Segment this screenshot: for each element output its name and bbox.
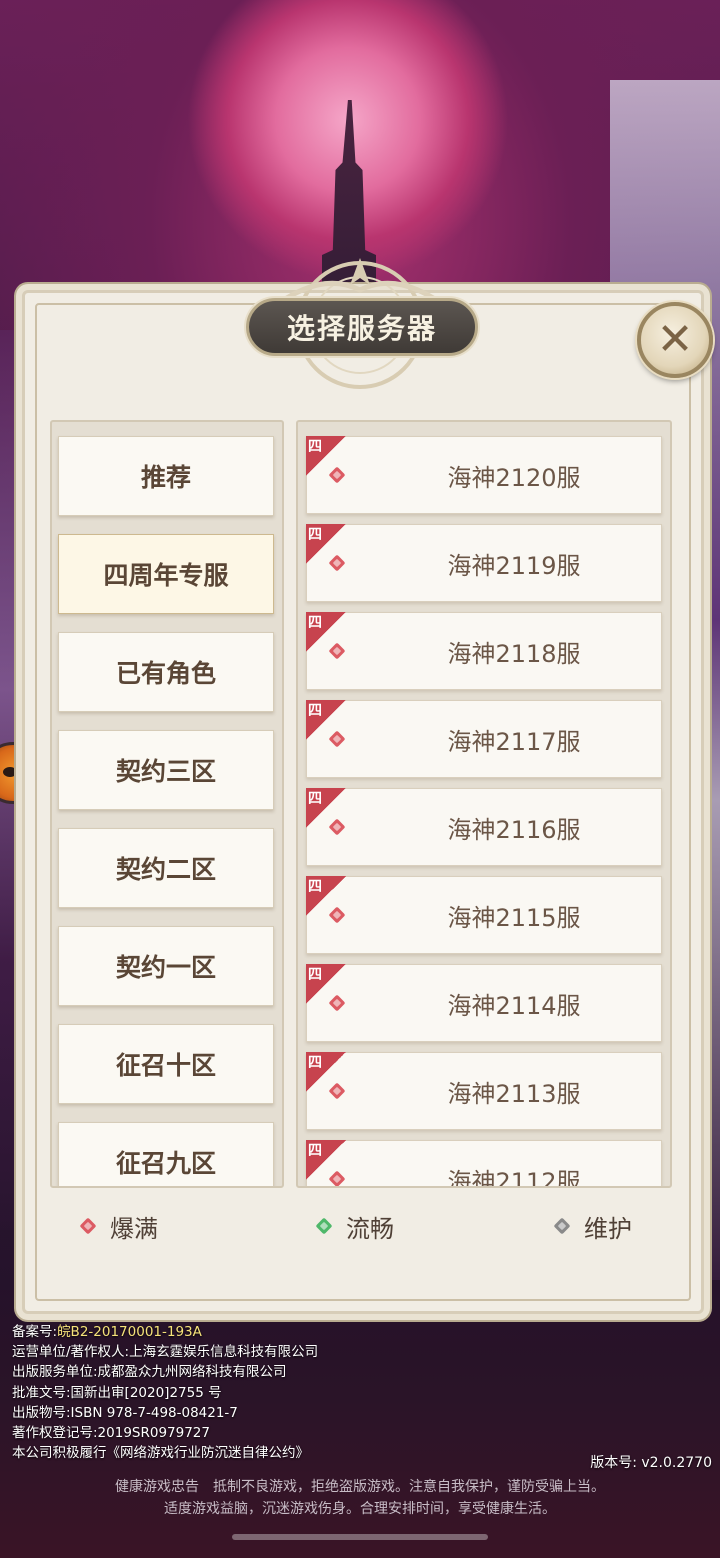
server-item[interactable]: 四海神2117服 xyxy=(306,700,662,778)
info-line: 本公司积极履行《网络游戏行业防沉迷自律公约》 xyxy=(12,1445,309,1462)
server-item[interactable]: 四海神2119服 xyxy=(306,524,662,602)
category-label: 契约二区 xyxy=(115,855,216,884)
health-line: 健康游戏忠告 抵制不良游戏，拒绝盗版游戏。注意自我保护，谨防受骗上当。 xyxy=(115,1479,605,1495)
server-item[interactable]: 四海神2115服 xyxy=(306,876,662,954)
server-item[interactable]: 四海神2118服 xyxy=(306,612,662,690)
category-item[interactable]: 推荐 xyxy=(58,436,274,516)
category-list-container[interactable]: 推荐四周年专服已有角色契约三区契约二区契约一区征召十区征召九区 xyxy=(50,420,284,1188)
close-icon: ✕ xyxy=(656,314,694,365)
home-indicator[interactable] xyxy=(232,1534,488,1540)
server-item[interactable]: 四海神2114服 xyxy=(306,964,662,1042)
info-line: 批准文号:国新出审[2020]2755 号 xyxy=(12,1384,222,1401)
server-name: 海神2116服 xyxy=(447,815,581,844)
category-list: 推荐四周年专服已有角色契约三区契约二区契约一区征召十区征召九区 xyxy=(58,436,274,1186)
category-label: 契约一区 xyxy=(115,953,216,982)
category-label: 契约三区 xyxy=(115,757,216,786)
anniversary-tag-text: 四 xyxy=(308,527,322,543)
category-item[interactable]: 征召九区 xyxy=(58,1122,274,1186)
legend-label: 爆满 xyxy=(110,1214,158,1243)
legend-item-maintenance: 维护 xyxy=(553,1208,632,1244)
anniversary-tag-text: 四 xyxy=(308,703,322,719)
record-line: 备案号:皖B2-20170001-193A xyxy=(12,1322,318,1342)
info-line: 运营单位/著作权人:上海玄霆娱乐信息科技有限公司 xyxy=(12,1344,319,1361)
category-item[interactable]: 契约二区 xyxy=(58,828,274,908)
publishing-info: 备案号:皖B2-20170001-193A 运营单位/著作权人:上海玄霆娱乐信息… xyxy=(12,1322,318,1463)
category-label: 征召九区 xyxy=(115,1149,216,1178)
dialog-title: 选择服务器 xyxy=(286,312,437,345)
info-line: 出版物号:ISBN 978-7-498-08421-7 xyxy=(12,1404,238,1421)
server-name: 海神2120服 xyxy=(447,463,581,492)
close-button[interactable]: ✕ xyxy=(637,302,713,378)
diamond-status-icon xyxy=(79,1217,97,1235)
anniversary-tag-text: 四 xyxy=(308,1143,322,1159)
server-list: 四海神2120服四海神2119服四海神2118服四海神2117服四海神2116服… xyxy=(306,436,662,1188)
anniversary-tag-text: 四 xyxy=(308,1055,322,1071)
legend-label: 维护 xyxy=(584,1214,632,1243)
anniversary-tag-text: 四 xyxy=(308,791,322,807)
diamond-status-icon xyxy=(553,1217,571,1235)
category-item[interactable]: 四周年专服 xyxy=(58,534,274,614)
server-name: 海神2113服 xyxy=(447,1079,581,1108)
server-name: 海神2119服 xyxy=(447,551,581,580)
anniversary-tag-text: 四 xyxy=(308,439,322,455)
record-label: 备案号: xyxy=(12,1324,58,1340)
server-item[interactable]: 四海神2112服 xyxy=(306,1140,662,1188)
anniversary-tag-text: 四 xyxy=(308,967,322,983)
category-label: 推荐 xyxy=(140,463,191,492)
legend-label: 流畅 xyxy=(346,1214,394,1243)
anniversary-tag-text: 四 xyxy=(308,615,322,631)
category-item[interactable]: 征召十区 xyxy=(58,1024,274,1104)
category-item[interactable]: 已有角色 xyxy=(58,632,274,712)
health-advice: 健康游戏忠告 抵制不良游戏，拒绝盗版游戏。注意自我保护，谨防受骗上当。 适度游戏… xyxy=(0,1476,720,1520)
server-name: 海神2117服 xyxy=(447,727,581,756)
diamond-status-icon xyxy=(315,1217,333,1235)
legend-item-smooth: 流畅 xyxy=(315,1208,394,1244)
category-item[interactable]: 契约一区 xyxy=(58,926,274,1006)
health-line: 适度游戏益脑，沉迷游戏伤身。合理安排时间，享受健康生活。 xyxy=(164,1501,556,1517)
version-label: 版本号: v2.0.2770 xyxy=(590,1455,712,1471)
category-item[interactable]: 契约三区 xyxy=(58,730,274,810)
server-item[interactable]: 四海神2113服 xyxy=(306,1052,662,1130)
server-name: 海神2118服 xyxy=(447,639,581,668)
server-list-container[interactable]: 四海神2120服四海神2119服四海神2118服四海神2117服四海神2116服… xyxy=(296,420,672,1188)
dialog-title-banner: 选择服务器 xyxy=(246,298,478,356)
server-name: 海神2114服 xyxy=(447,991,581,1020)
record-value: 皖B2-20170001-193A xyxy=(57,1324,202,1340)
category-label: 征召十区 xyxy=(115,1051,216,1080)
category-label: 已有角色 xyxy=(115,659,216,688)
anniversary-tag-text: 四 xyxy=(308,879,322,895)
server-name: 海神2112服 xyxy=(447,1167,581,1188)
info-line: 出版服务单位:成都盈众九州网络科技有限公司 xyxy=(12,1364,287,1381)
status-legend: 爆满 流畅 维护 xyxy=(79,1208,662,1244)
info-line: 著作权登记号:2019SR0979727 xyxy=(12,1425,210,1442)
server-name: 海神2115服 xyxy=(447,903,581,932)
legend-item-full: 爆满 xyxy=(79,1208,158,1244)
category-label: 四周年专服 xyxy=(103,561,229,590)
server-item[interactable]: 四海神2120服 xyxy=(306,436,662,514)
server-item[interactable]: 四海神2116服 xyxy=(306,788,662,866)
